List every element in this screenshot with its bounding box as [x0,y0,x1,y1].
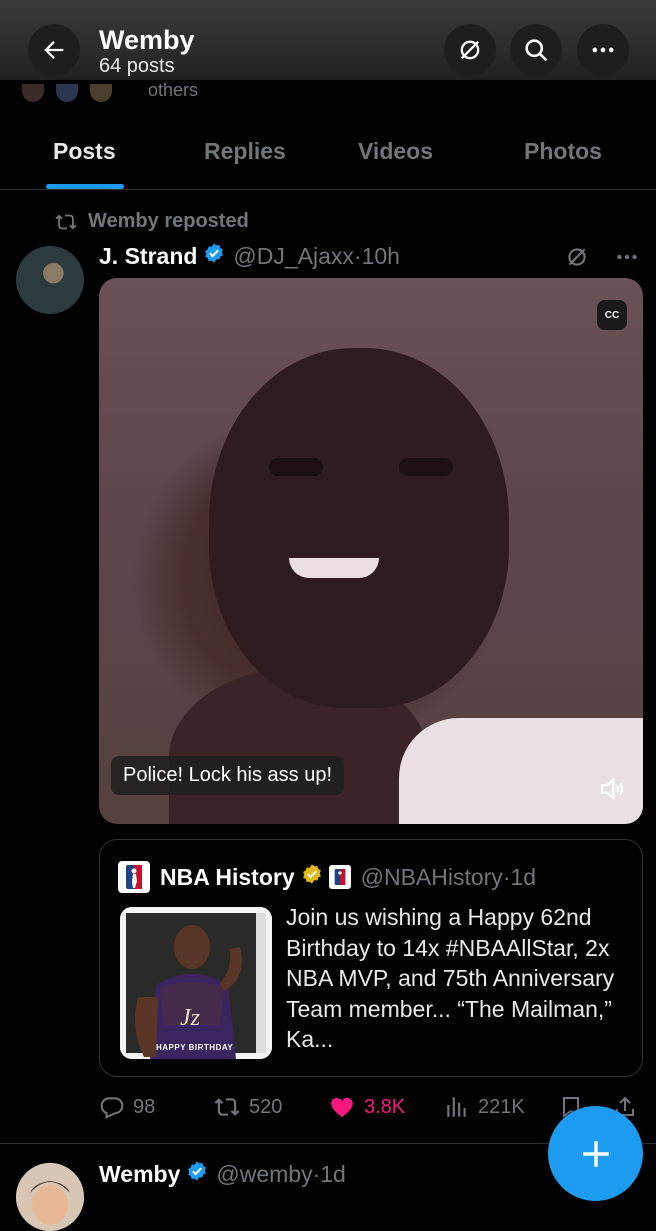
back-button[interactable] [28,24,80,76]
follower-avatars [20,82,130,104]
repost-context[interactable]: Wemby reposted [54,210,249,233]
quoted-author-handle: @NBAHistory [360,863,503,890]
author-handle[interactable]: @DJ_Ajaxx [233,243,354,270]
affiliate-badge-icon [328,865,351,889]
post-header-icons [564,244,640,270]
quoted-author-name: NBA History [160,863,295,890]
follower-avatar [20,82,46,104]
quoted-post[interactable]: NBA History @NBAHistory · 1d Jz HAPPY BI… [99,839,643,1077]
repost-label: Wemby reposted [88,210,249,232]
arrow-left-icon [44,41,64,59]
dot-separator: · [353,242,362,269]
views-chart-icon [447,1097,466,1117]
follower-avatar [54,82,80,104]
video-frame-shape [269,458,323,476]
tab-replies[interactable]: Replies [204,138,286,165]
video-caption: Police! Lock his ass up! [111,756,344,795]
video-player[interactable]: CC Police! Lock his ass up! [99,278,643,824]
views-button[interactable]: 221K [444,1090,525,1124]
volume-icon[interactable] [597,774,627,804]
karl-malone-photo: Jz [120,907,272,1059]
video-frame-shape [399,718,643,824]
more-dots-icon[interactable] [614,244,640,270]
next-author-handle[interactable]: @wemby [216,1161,312,1188]
views-count: 221K [478,1095,525,1118]
quoted-image-caption: HAPPY BIRTHDAY [156,1043,234,1052]
quoted-post-image[interactable]: Jz HAPPY BIRTHDAY [120,907,272,1059]
grok-icon[interactable] [564,244,590,270]
post-time: 10h [361,242,400,269]
video-frame-shape [399,458,453,476]
repost-count: 520 [249,1095,283,1118]
next-author-name[interactable]: Wemby [99,1161,180,1188]
author-name[interactable]: J. Strand [99,243,197,270]
next-post-avatar[interactable] [16,1163,84,1231]
quoted-post-text: Join us wishing a Happy 62nd Birthday to… [286,904,615,1052]
grok-button[interactable] [444,24,496,76]
heart-filled-icon [331,1097,353,1118]
dot-separator: · [312,1160,321,1187]
next-post-time: 1d [320,1160,346,1187]
reply-button[interactable]: 98 [99,1090,155,1124]
gold-verified-badge-icon [301,863,323,891]
follower-avatar [88,82,114,104]
profile-header: Wemby 64 posts [0,0,656,88]
search-button[interactable] [510,24,562,76]
video-frame-shape [209,348,509,708]
more-dots-icon [592,47,614,53]
post-author-row: J. Strand @DJ_Ajaxx · 10h [99,240,400,272]
post-count: 64 posts [99,55,175,77]
nba-logo-icon [126,865,142,889]
more-button[interactable] [577,24,629,76]
profile-tabs: Posts Replies Videos Photos [0,118,656,190]
dot-separator: · [502,863,511,890]
nba-history-avatar [118,861,150,893]
search-icon [525,39,548,62]
tab-posts[interactable]: Posts [53,138,116,165]
svg-text:Jz: Jz [180,1005,201,1031]
repost-button[interactable]: 520 [213,1090,282,1124]
closed-captions-button[interactable]: CC [597,300,627,330]
tab-videos[interactable]: Videos [358,138,433,165]
compose-button[interactable] [548,1106,643,1201]
tab-photos[interactable]: Photos [524,138,602,165]
repost-icon [214,1098,240,1116]
plus-icon [582,1140,609,1167]
video-frame-shape [289,558,379,578]
verified-badge-icon [186,1160,208,1188]
active-tab-indicator [46,184,124,189]
verified-badge-icon [203,242,225,270]
reply-icon [100,1097,124,1119]
repost-icon [55,214,77,229]
next-post-author-row: Wemby @wemby · 1d [99,1158,346,1190]
author-avatar[interactable] [16,246,84,314]
like-button[interactable]: 3.8K [328,1090,405,1124]
profile-title: Wemby [99,25,195,55]
reply-count: 98 [133,1095,156,1118]
quoted-post-header: NBA History @NBAHistory · 1d [118,860,536,894]
quoted-post-time: 1d [510,863,537,890]
like-count: 3.8K [364,1095,406,1118]
grok-icon [460,40,480,60]
followers-others-text: others [148,80,199,100]
